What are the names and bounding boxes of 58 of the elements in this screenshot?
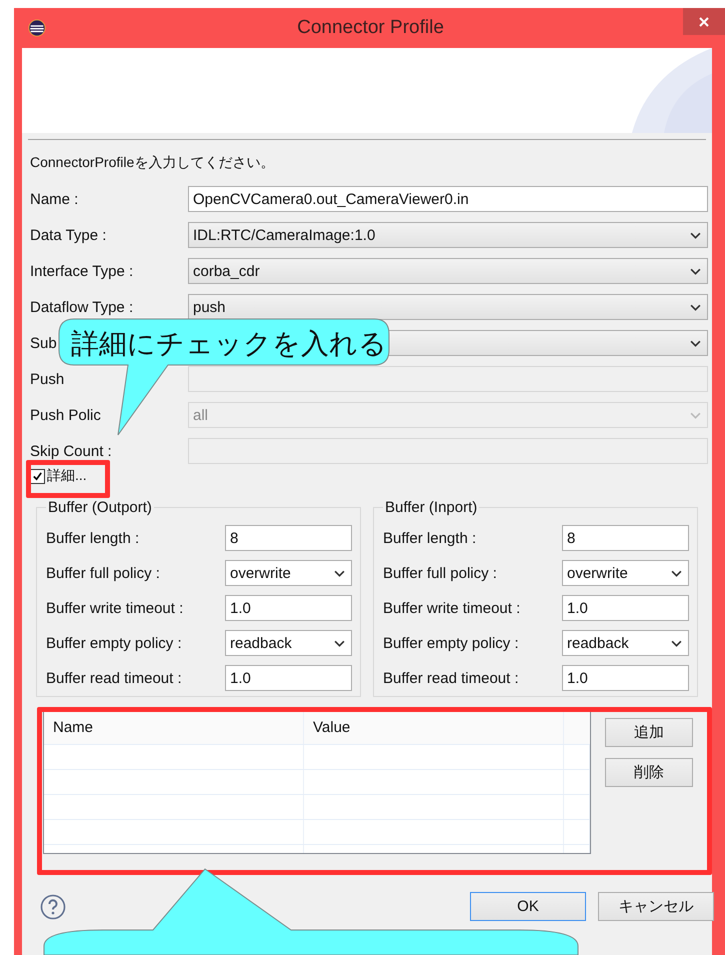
chevron-icon xyxy=(690,232,701,238)
dropdown[interactable]: push xyxy=(188,294,708,320)
input-field[interactable]: 8 xyxy=(225,525,352,551)
field-label: Push Polic xyxy=(30,406,101,424)
column-header[interactable]: Value xyxy=(304,712,564,744)
instruction-text: ConnectorProfileを入力してください。 xyxy=(30,154,276,172)
dropdown[interactable]: corba_cdr xyxy=(188,258,708,284)
close-icon xyxy=(698,16,710,28)
field-label: Data Type : xyxy=(30,226,106,244)
field-label: Name : xyxy=(30,190,78,208)
chevron-icon xyxy=(690,304,701,310)
dropdown[interactable]: overwrite xyxy=(562,560,689,586)
field-label: Buffer write timeout : xyxy=(46,600,184,616)
chevron-icon xyxy=(690,268,701,274)
cancel-button[interactable]: キャンセル xyxy=(598,892,714,921)
dropdown[interactable]: readback xyxy=(225,630,352,656)
field-label: Dataflow Type : xyxy=(30,298,134,316)
chevron-icon xyxy=(671,570,682,576)
field-label: Buffer full policy : xyxy=(383,564,497,582)
input-field[interactable]: 8 xyxy=(562,525,689,551)
ok-button[interactable]: OK xyxy=(470,892,586,921)
field-label: Buffer length : xyxy=(46,530,140,546)
field-label: Buffer write timeout : xyxy=(383,600,520,616)
field-label: Buffer read timeout : xyxy=(46,670,182,686)
dropdown[interactable]: overwrite xyxy=(225,560,352,586)
input-field[interactable]: 1.0 xyxy=(562,595,689,621)
column-header[interactable]: Name xyxy=(44,712,304,744)
callout-text: 詳細にチェックを入れる xyxy=(71,327,387,361)
button[interactable]: 削除 xyxy=(605,758,693,787)
app-icon xyxy=(28,19,46,37)
checkbox[interactable] xyxy=(30,468,45,484)
chevron-icon xyxy=(334,570,345,576)
close-button[interactable] xyxy=(683,8,725,35)
button[interactable]: 追加 xyxy=(605,718,693,747)
chevron-icon xyxy=(690,340,701,346)
input-field[interactable]: OpenCVCamera0.out_CameraViewer0.in xyxy=(188,186,708,212)
field-label: Buffer empty policy : xyxy=(46,634,182,652)
input-field[interactable]: 1.0 xyxy=(562,665,689,691)
input-field[interactable]: 1.0 xyxy=(225,665,352,691)
field-label: Skip Count : xyxy=(30,442,112,460)
chevron-icon xyxy=(671,640,682,646)
group-title: Buffer (Inport) xyxy=(384,499,478,516)
help-icon[interactable] xyxy=(40,894,66,920)
chevron-icon xyxy=(334,640,345,646)
field-label: Buffer full policy : xyxy=(46,564,160,582)
field-label: Interface Type : xyxy=(30,262,134,280)
field-label: Buffer empty policy : xyxy=(383,634,519,652)
input-field[interactable]: 1.0 xyxy=(225,595,352,621)
group-title: Buffer (Outport) xyxy=(47,499,153,516)
field-label: Buffer length : xyxy=(383,530,476,546)
field-label: Push xyxy=(30,370,64,388)
checkbox-label[interactable]: 詳細... xyxy=(47,467,87,485)
dropdown[interactable]: IDL:RTC/CameraImage:1.0 xyxy=(188,222,708,248)
field-label: Buffer read timeout : xyxy=(383,670,519,686)
window-title: Connector Profile xyxy=(296,17,445,39)
field-label: Sub xyxy=(30,334,57,352)
chevron-icon xyxy=(690,412,701,418)
dropdown[interactable]: readback xyxy=(562,630,689,656)
